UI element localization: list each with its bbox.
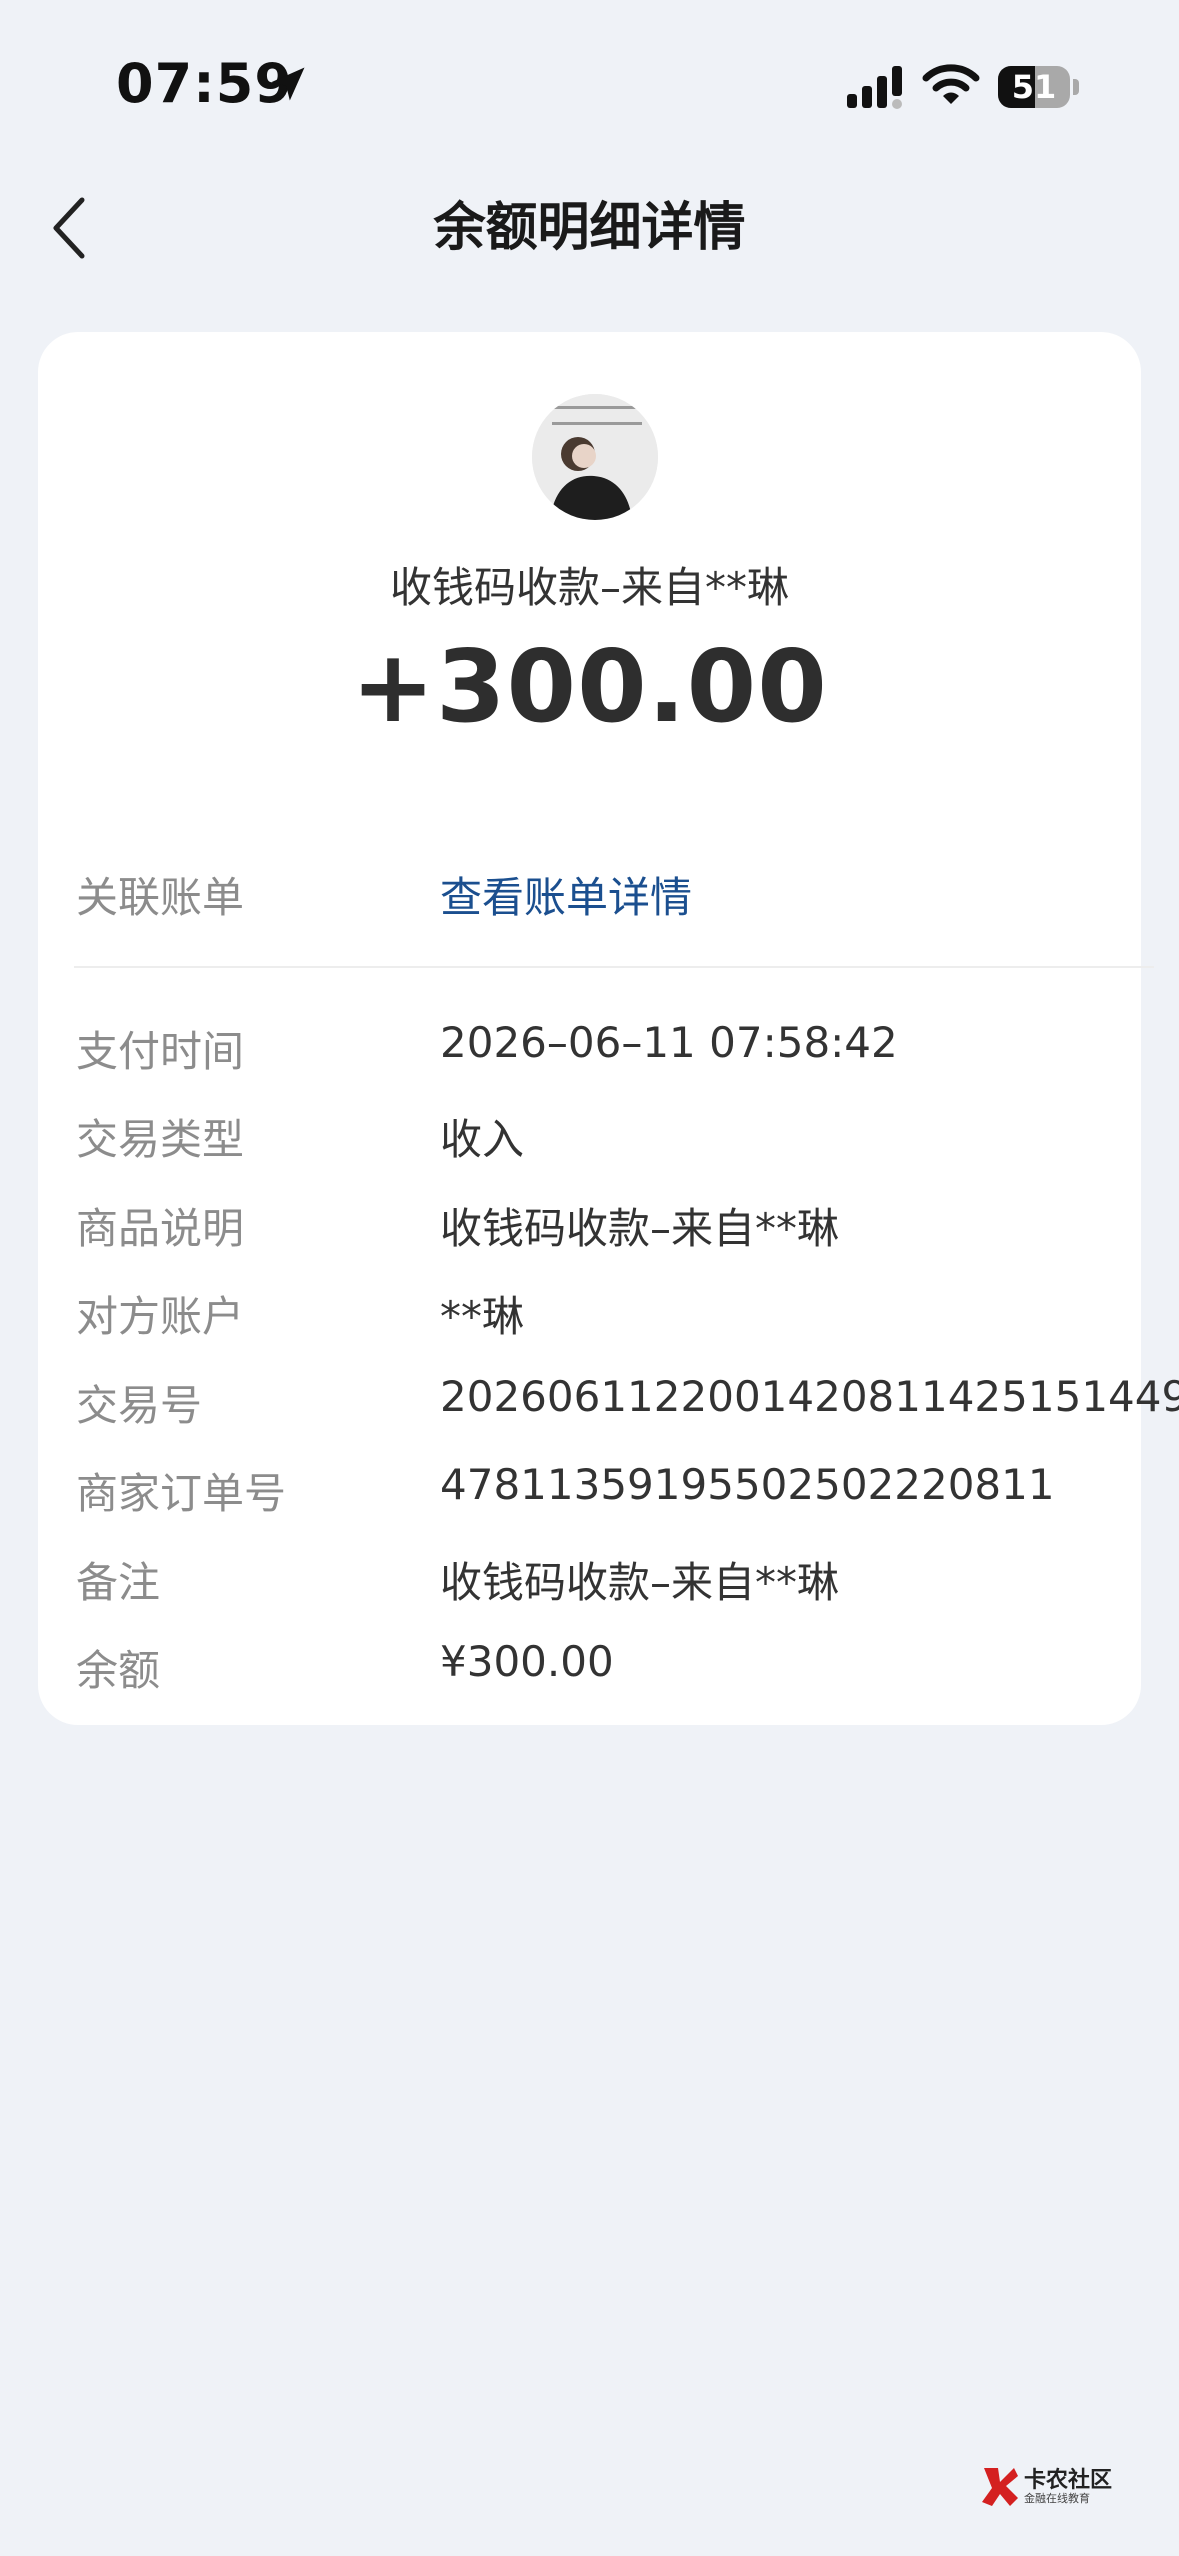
view-bill-details-link[interactable]: 查看账单详情 (440, 864, 692, 925)
detail-value: 4781135919550250222081​1 (440, 1460, 1055, 1509)
detail-label: 备注 (76, 1558, 161, 1607)
battery-percentage: 51 (1011, 68, 1057, 106)
detail-label: 支付时间 (76, 1027, 245, 1076)
detail-label: 对方账户 (76, 1292, 245, 1341)
detail-value: 收钱码收款–来自**琳 (440, 1558, 840, 1607)
detail-label: 商品说明 (76, 1204, 245, 1253)
detail-label: 商家订单号 (76, 1469, 287, 1518)
detail-value: ¥300.00 (440, 1637, 614, 1686)
avatar-portrait-icon (532, 394, 658, 520)
related-bill-label: 关联账单 (76, 873, 245, 922)
watermark-logo: 卡农社区 金融在线教育 (980, 2462, 1120, 2510)
avatar (532, 394, 658, 520)
detail-value: **琳 (440, 1292, 525, 1341)
detail-value: 收钱码收款–来自**琳 (440, 1204, 840, 1253)
battery-icon: 51 (998, 66, 1080, 108)
watermark-subtitle: 金融在线教育 (1024, 2492, 1090, 2505)
detail-label: 交易类型 (76, 1115, 245, 1164)
transaction-detail-card: 收钱码收款–来自**琳 +300.00 关联账单 查看账单详情 支付时间 202… (38, 332, 1179, 1725)
page-title: 余额明细详情 (433, 198, 746, 258)
status-bar: 07:59 51 (0, 0, 1179, 160)
detail-value: 2026–06–11 07:58:42 (440, 1018, 898, 1067)
detail-label: 交易号 (76, 1381, 203, 1430)
location-arrow-icon (271, 67, 305, 101)
wifi-icon (922, 64, 980, 104)
transaction-amount: +300.00 (351, 628, 828, 745)
payer-description: 收钱码收款–来自**琳 (389, 563, 789, 612)
cellular-signal-icon (847, 66, 902, 109)
watermark-logo-icon (982, 2468, 1018, 2506)
divider (74, 966, 1154, 968)
detail-label: 余额 (76, 1646, 161, 1695)
detail-value: 收入 (440, 1115, 525, 1164)
detail-value: 2026061122001420811425151449 (440, 1372, 1179, 1421)
